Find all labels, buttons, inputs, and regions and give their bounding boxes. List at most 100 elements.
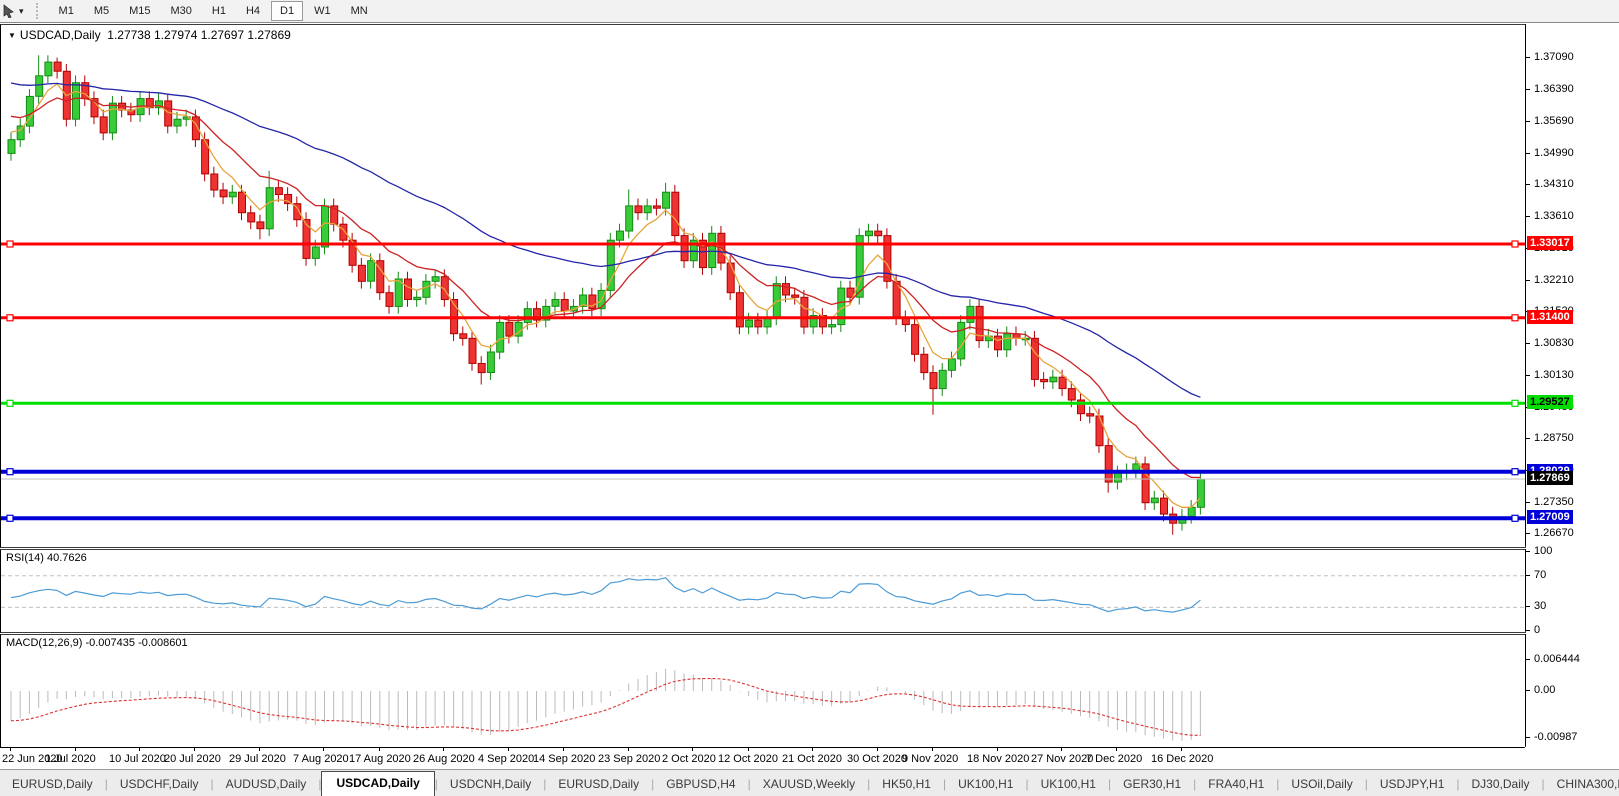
- price-tick-label: 1.34310: [1534, 178, 1574, 190]
- rsi-tick-mark: [1526, 606, 1530, 607]
- medium-ma-line[interactable]: [11, 98, 1200, 478]
- line-price-tag: 1.29527: [1527, 395, 1573, 409]
- chart-tab-audusd-daily[interactable]: AUDUSD,Daily: [214, 773, 319, 796]
- chart-tab-usoil-daily[interactable]: USOil,Daily: [1279, 773, 1364, 796]
- price-tick-mark: [1526, 57, 1530, 58]
- date-tick-mark: [139, 748, 140, 751]
- timeframe-button-m30[interactable]: M30: [162, 1, 201, 21]
- horizontal-line-1.33017[interactable]: [1, 241, 1525, 247]
- horizontal-line-1.27009[interactable]: [1, 515, 1525, 521]
- price-tick-mark: [1526, 184, 1530, 185]
- date-tick-mark: [997, 748, 998, 751]
- date-tick-label: 26 Aug 2020: [413, 753, 475, 765]
- price-tick-label: 1.35690: [1534, 115, 1574, 127]
- chart-tab-china300-h1[interactable]: CHINA300,H1: [1545, 773, 1619, 796]
- chart-cursor-icon: [2, 4, 16, 18]
- price-tick-mark: [1526, 216, 1530, 217]
- chart-tab-usdcad-daily[interactable]: USDCAD,Daily: [321, 771, 434, 796]
- rsi-tick-label: 70: [1534, 569, 1546, 581]
- date-tick-label: 30 Oct 2020: [847, 753, 907, 765]
- date-tick-label: 29 Jul 2020: [229, 753, 286, 765]
- macd-tick-mark: [1526, 690, 1530, 691]
- timeframe-button-h1[interactable]: H1: [203, 1, 235, 21]
- macd-signal-line: [11, 679, 1200, 736]
- chart-tab-eurusd-daily[interactable]: EURUSD,Daily: [546, 773, 651, 796]
- date-tick-mark: [379, 748, 380, 751]
- rsi-tick-label: 100: [1534, 545, 1552, 557]
- rsi-chart-canvas[interactable]: [1, 550, 1525, 632]
- timeframe-button-w1[interactable]: W1: [305, 1, 340, 21]
- chevron-down-icon[interactable]: ▾: [19, 6, 24, 17]
- chart-tab-uk100-h1[interactable]: UK100,H1: [1029, 773, 1108, 796]
- mt4-window: ▾ M1M5M15M30H1H4D1W1MN ▼USDCAD,Daily 1.2…: [0, 0, 1619, 796]
- chart-tab-dj30-daily[interactable]: DJ30,Daily: [1460, 773, 1542, 796]
- chart-tabs-bar: EURUSD,Daily|USDCHF,Daily|AUDUSD,Daily|U…: [0, 769, 1619, 796]
- macd-panel: MACD(12,26,9) -0.007435 -0.008601: [0, 634, 1526, 748]
- date-tick-label: 16 Dec 2020: [1151, 753, 1213, 765]
- date-tick-label: 10 Jul 2020: [109, 753, 166, 765]
- date-tick-mark: [563, 748, 564, 751]
- chart-tab-hk50-h1[interactable]: HK50,H1: [870, 773, 943, 796]
- toolbar-grip-handle[interactable]: [36, 3, 43, 19]
- timeframe-button-mn[interactable]: MN: [342, 1, 377, 21]
- date-tick-label: 27 Nov 2020: [1031, 753, 1093, 765]
- date-axis: 22 Jun 20201 Jul 202010 Jul 202020 Jul 2…: [0, 747, 1524, 769]
- price-tick-label: 1.30130: [1534, 369, 1574, 381]
- date-tick-mark: [877, 748, 878, 751]
- timeframe-button-m15[interactable]: M15: [120, 1, 159, 21]
- rsi-tick-mark: [1526, 551, 1530, 552]
- date-tick-mark: [194, 748, 195, 751]
- symbol-dropdown-icon[interactable]: ▼: [8, 31, 16, 40]
- line-price-tag: 1.33017: [1527, 236, 1573, 250]
- date-tick-label: 7 Aug 2020: [293, 753, 349, 765]
- price-tick-mark: [1526, 153, 1530, 154]
- chart-tab-gbpusd-h4[interactable]: GBPUSD,H4: [654, 773, 747, 796]
- chart-tab-fra40-h1[interactable]: FRA40,H1: [1196, 773, 1276, 796]
- macd-tick-mark: [1526, 659, 1530, 660]
- line-price-tag: 1.27009: [1527, 510, 1573, 524]
- candlestick-chart-canvas[interactable]: [1, 25, 1525, 547]
- timeframe-button-m1[interactable]: M1: [50, 1, 83, 21]
- timeframe-button-h4[interactable]: H4: [237, 1, 269, 21]
- horizontal-line-1.28029[interactable]: [1, 469, 1525, 475]
- macd-tick-label: -0.00987: [1534, 731, 1577, 743]
- price-tick-label: 1.30830: [1534, 337, 1574, 349]
- date-tick-label: 17 Aug 2020: [349, 753, 411, 765]
- current-price-tag: 1.27869: [1527, 471, 1573, 485]
- slow-ma-line[interactable]: [11, 83, 1200, 397]
- date-tick-mark: [628, 748, 629, 751]
- axis-corner: [1525, 747, 1619, 768]
- macd-chart-canvas[interactable]: [1, 635, 1525, 747]
- price-tick-mark: [1526, 502, 1530, 503]
- chart-tab-usdjpy-h1[interactable]: USDJPY,H1: [1368, 773, 1456, 796]
- horizontal-line-1.31400[interactable]: [1, 315, 1525, 321]
- macd-label: MACD(12,26,9) -0.007435 -0.008601: [6, 637, 188, 649]
- date-tick-mark: [323, 748, 324, 751]
- timeframe-button-d1[interactable]: D1: [271, 1, 303, 21]
- timeframe-buttons: M1M5M15M30H1H4D1W1MN: [49, 1, 378, 21]
- date-tick-mark: [10, 748, 11, 751]
- date-tick-mark: [1181, 748, 1182, 751]
- rsi-tick-mark: [1526, 630, 1530, 631]
- chart-tab-xauusd-weekly[interactable]: XAUUSD,Weekly: [751, 773, 867, 796]
- chart-tab-usdcnh-daily[interactable]: USDCNH,Daily: [438, 773, 543, 796]
- date-tick-mark: [692, 748, 693, 751]
- date-tick-label: 9 Nov 2020: [902, 753, 958, 765]
- horizontal-line-1.29527[interactable]: [1, 400, 1525, 406]
- rsi-panel: RSI(14) 40.7626: [0, 549, 1526, 633]
- date-tick-label: 1 Jul 2020: [45, 753, 96, 765]
- chart-tab-uk100-h1[interactable]: UK100,H1: [946, 773, 1025, 796]
- price-tick-mark: [1526, 438, 1530, 439]
- chart-tab-usdchf-daily[interactable]: USDCHF,Daily: [108, 773, 211, 796]
- date-tick-label: 12 Oct 2020: [718, 753, 778, 765]
- date-tick-label: 7 Dec 2020: [1086, 753, 1142, 765]
- timeframe-button-m5[interactable]: M5: [85, 1, 118, 21]
- fast-ma-line[interactable]: [11, 84, 1200, 507]
- chart-tab-ger30-h1[interactable]: GER30,H1: [1111, 773, 1193, 796]
- main-chart-panel: ▼USDCAD,Daily 1.27738 1.27974 1.27697 1.…: [0, 24, 1526, 548]
- chart-tools-button[interactable]: ▾: [0, 0, 30, 22]
- chart-tab-eurusd-daily[interactable]: EURUSD,Daily: [0, 773, 105, 796]
- date-tick-mark: [1116, 748, 1117, 751]
- date-tick-mark: [443, 748, 444, 751]
- price-tick-label: 1.26670: [1534, 527, 1574, 539]
